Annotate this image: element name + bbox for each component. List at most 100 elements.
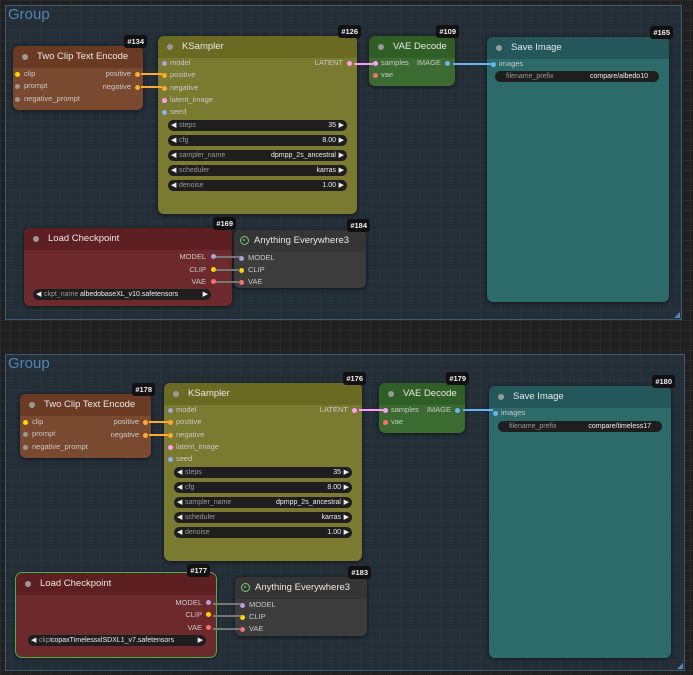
collapse-dot-icon[interactable] <box>29 402 35 408</box>
input-slot-model[interactable] <box>162 61 167 66</box>
increment-arrow-icon[interactable]: ▶ <box>344 482 349 493</box>
collapse-dot-icon[interactable] <box>173 391 179 397</box>
decrement-arrow-icon[interactable]: ◀ <box>31 635 36 646</box>
link-image[interactable] <box>463 409 493 411</box>
node-two-clip-text-encode[interactable]: Two Clip Text Encode #178 clip prompt ne… <box>20 383 155 458</box>
input-slot-prompt[interactable] <box>23 432 28 437</box>
node-save-image[interactable]: Save Image #180 images filename_prefix co… <box>489 375 675 658</box>
widget-steps[interactable]: ◀ steps 35 ▶ <box>174 467 352 478</box>
resize-handle-icon[interactable] <box>677 663 683 669</box>
collapse-dot-icon[interactable] <box>22 54 28 60</box>
increment-arrow-icon[interactable]: ▶ <box>203 289 208 300</box>
resize-handle-icon[interactable] <box>674 312 680 318</box>
decrement-arrow-icon[interactable]: ◀ <box>177 467 182 478</box>
widget-sampler-name[interactable]: ◀ sampler_name dpmpp_2s_ancestral ▶ <box>174 497 352 508</box>
link-positive[interactable] <box>141 73 162 75</box>
widget-denoise[interactable]: ◀ denoise 1.00 ▶ <box>174 527 352 538</box>
decrement-arrow-icon[interactable]: ◀ <box>171 150 176 161</box>
node-vae-decode[interactable]: VAE Decode #179 samples vae IMAGE <box>379 372 469 433</box>
node-ksampler[interactable]: KSampler #176 model positive negative la… <box>164 372 366 561</box>
widget-sampler-name[interactable]: ◀ sampler_name dpmpp_2s_ancestral ▶ <box>168 150 347 161</box>
widget-ckpt-name[interactable]: ◀ ckpt copaxTimelessxlSDXL1_v7.safetensors… <box>28 635 206 646</box>
widget-filename-prefix[interactable]: filename_prefix compare/albedo10 <box>495 71 659 82</box>
node-load-checkpoint[interactable]: Load Checkpoint #169 MODEL CLIP VAE ◀ ckp… <box>24 217 236 306</box>
collapse-dot-icon[interactable] <box>498 394 504 400</box>
group-title[interactable]: Group <box>8 6 50 23</box>
output-slot-vae[interactable] <box>206 625 211 630</box>
collapse-dot-icon[interactable] <box>33 236 39 242</box>
output-slot-negative[interactable] <box>143 433 148 438</box>
input-slot-seed[interactable] <box>168 457 173 462</box>
selected-toggle-icon[interactable] <box>240 236 249 245</box>
collapse-dot-icon[interactable] <box>167 44 173 50</box>
link-positive[interactable] <box>149 421 168 423</box>
increment-arrow-icon[interactable]: ▶ <box>339 120 344 131</box>
increment-arrow-icon[interactable]: ▶ <box>198 635 203 646</box>
output-slot-image[interactable] <box>455 408 460 413</box>
widget-cfg[interactable]: ◀ cfg 8.00 ▶ <box>174 482 352 493</box>
input-slot-seed[interactable] <box>162 110 167 115</box>
input-slot-negative[interactable] <box>168 433 173 438</box>
link-vae[interactable] <box>216 281 240 283</box>
input-slot-vae[interactable] <box>383 420 388 425</box>
collapse-dot-icon[interactable] <box>378 44 384 50</box>
input-slot-negative[interactable] <box>162 86 167 91</box>
output-slot-positive[interactable] <box>143 420 148 425</box>
output-slot-negative[interactable] <box>135 85 140 90</box>
increment-arrow-icon[interactable]: ▶ <box>339 150 344 161</box>
input-slot-positive[interactable] <box>162 73 167 78</box>
widget-steps[interactable]: ◀ steps 35 ▶ <box>168 120 347 131</box>
node-ksampler[interactable]: KSampler #126 model positive negative la… <box>158 25 361 214</box>
output-slot-positive[interactable] <box>135 72 140 77</box>
increment-arrow-icon[interactable]: ▶ <box>344 497 349 508</box>
input-slot-prompt[interactable] <box>15 84 20 89</box>
link-model[interactable] <box>216 256 240 258</box>
selected-toggle-icon[interactable] <box>241 583 250 592</box>
widget-ckpt-name[interactable]: ◀ ckpt_name albedobaseXL_v10.safetensors ▶ <box>33 289 211 300</box>
input-slot-negative-prompt[interactable] <box>15 97 20 102</box>
output-slot-latent[interactable] <box>352 408 357 413</box>
increment-arrow-icon[interactable]: ▶ <box>339 180 344 191</box>
link-clip[interactable] <box>216 269 240 271</box>
input-slot-samples[interactable] <box>383 408 388 413</box>
input-slot-latent-image[interactable] <box>162 98 167 103</box>
node-two-clip-text-encode[interactable]: Two Clip Text Encode #134 clip prompt ne… <box>13 35 147 110</box>
widget-cfg[interactable]: ◀ cfg 8.00 ▶ <box>168 135 347 146</box>
input-slot-clip[interactable] <box>15 72 20 77</box>
link-clip[interactable] <box>213 615 241 617</box>
input-slot-model[interactable] <box>168 408 173 413</box>
node-anything-everywhere3[interactable]: Anything Everywhere3 #183 MODEL CLIP VAE <box>235 566 371 636</box>
increment-arrow-icon[interactable]: ▶ <box>344 467 349 478</box>
link-negative[interactable] <box>141 86 162 88</box>
decrement-arrow-icon[interactable]: ◀ <box>177 527 182 538</box>
collapse-dot-icon[interactable] <box>25 581 31 587</box>
increment-arrow-icon[interactable]: ▶ <box>344 512 349 523</box>
decrement-arrow-icon[interactable]: ◀ <box>36 289 41 300</box>
increment-arrow-icon[interactable]: ▶ <box>339 135 344 146</box>
input-slot-images[interactable] <box>491 62 496 67</box>
group-title[interactable]: Group <box>8 355 50 372</box>
input-slot-samples[interactable] <box>373 61 378 66</box>
widget-scheduler[interactable]: ◀ scheduler karras ▶ <box>174 512 352 523</box>
decrement-arrow-icon[interactable]: ◀ <box>171 165 176 176</box>
widget-denoise[interactable]: ◀ denoise 1.00 ▶ <box>168 180 347 191</box>
decrement-arrow-icon[interactable]: ◀ <box>171 180 176 191</box>
decrement-arrow-icon[interactable]: ◀ <box>177 512 182 523</box>
input-slot-negative-prompt[interactable] <box>23 445 28 450</box>
input-slot-positive[interactable] <box>168 420 173 425</box>
output-slot-image[interactable] <box>445 61 450 66</box>
input-slot-latent-image[interactable] <box>168 445 173 450</box>
decrement-arrow-icon[interactable]: ◀ <box>171 120 176 131</box>
output-slot-latent[interactable] <box>347 61 352 66</box>
collapse-dot-icon[interactable] <box>388 391 394 397</box>
decrement-arrow-icon[interactable]: ◀ <box>171 135 176 146</box>
collapse-dot-icon[interactable] <box>496 45 502 51</box>
link-vae[interactable] <box>213 628 241 630</box>
output-slot-model[interactable] <box>206 600 211 605</box>
input-slot-images[interactable] <box>493 411 498 416</box>
increment-arrow-icon[interactable]: ▶ <box>339 165 344 176</box>
decrement-arrow-icon[interactable]: ◀ <box>177 497 182 508</box>
output-slot-clip[interactable] <box>206 612 211 617</box>
node-load-checkpoint[interactable]: Load Checkpoint #177 MODEL CLIP VAE ◀ ckp… <box>15 564 217 658</box>
input-slot-clip[interactable] <box>23 420 28 425</box>
